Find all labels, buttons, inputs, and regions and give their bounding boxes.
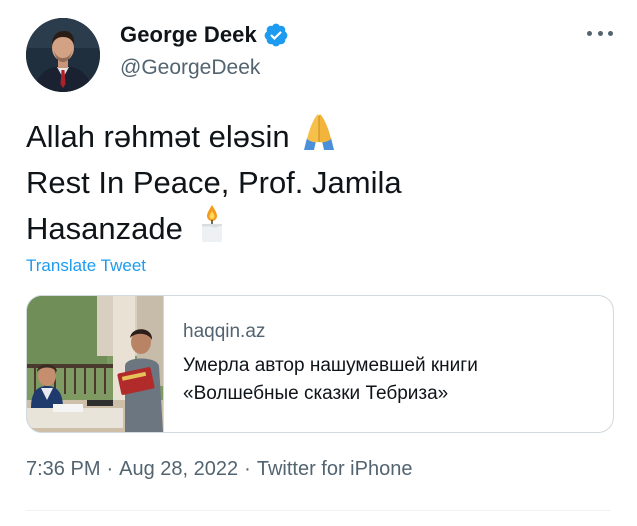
author-name-row: George Deek — [120, 22, 289, 48]
more-dots-icon[interactable] — [587, 26, 613, 40]
card-domain: haqqin.az — [183, 321, 266, 342]
dot — [587, 30, 592, 36]
tweet: George Deek @GeorgeDeek Allah rəhmət elə… — [0, 0, 637, 526]
tweet-line-2: Rest In Peace, Prof. Jamila — [26, 161, 606, 204]
translate-tweet-link[interactable]: Translate Tweet — [26, 256, 146, 276]
tweet-date[interactable]: Aug 28, 2022 — [119, 458, 238, 481]
link-preview-card[interactable]: haqqin.az Умерла автор нашумевшей книги … — [26, 295, 614, 433]
tweet-line-1: Allah rəhmət eləsin — [26, 112, 606, 161]
tweet-text-line: Rest In Peace, Prof. Jamila — [26, 165, 402, 200]
tweet-text: Allah rəhmət eləsin Rest In Peace, Prof.… — [26, 112, 606, 253]
tweet-line-3: Hasanzade — [26, 204, 606, 253]
card-title: Умерла автор нашумевшей книги «Волшебные… — [183, 352, 603, 408]
meta-separator: · — [244, 458, 251, 480]
dot — [608, 30, 613, 36]
card-title-line: «Волшебные сказки Тебриза» — [183, 383, 449, 404]
folded-hands-emoji-icon — [302, 112, 336, 161]
meta-separator: · — [106, 458, 114, 480]
tweet-time[interactable]: 7:36 PM — [26, 458, 100, 481]
article-thumbnail-icon — [27, 296, 164, 432]
card-title-line: Умерла автор нашумевшей книги — [183, 355, 478, 376]
tweet-text-line: Hasanzade — [26, 211, 183, 246]
profile-photo-icon — [26, 18, 100, 92]
author-handle[interactable]: @GeorgeDeek — [120, 56, 260, 80]
dot — [597, 30, 603, 36]
divider — [26, 510, 611, 511]
tweet-meta: 7:36 PM · Aug 28, 2022 · Twitter for iPh… — [26, 458, 412, 481]
author-display-name[interactable]: George Deek — [120, 22, 257, 48]
tweet-text-line: Allah rəhmət eləsin — [26, 119, 290, 154]
card-body: haqqin.az Умерла автор нашумевшей книги … — [183, 320, 603, 408]
avatar[interactable] — [26, 18, 100, 92]
tweet-source[interactable]: Twitter for iPhone — [257, 458, 413, 481]
verified-badge-icon — [263, 22, 289, 48]
candle-emoji-icon — [199, 204, 225, 253]
